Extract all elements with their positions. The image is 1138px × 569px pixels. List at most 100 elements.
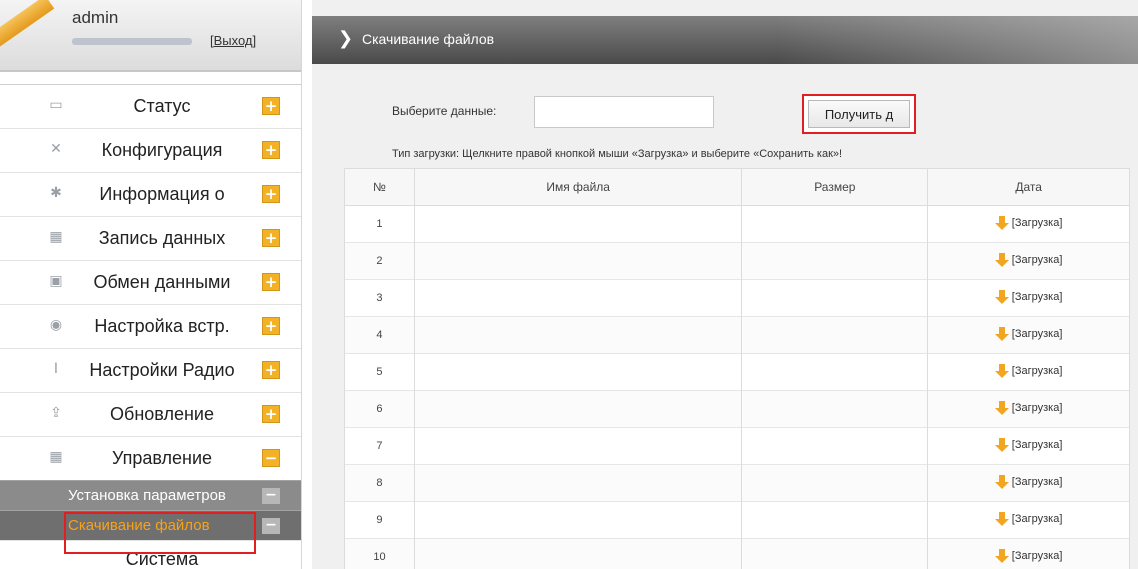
download-arrow-icon bbox=[994, 437, 1009, 452]
row-number: 10 bbox=[344, 538, 415, 569]
tools-icon: ✕ bbox=[50, 141, 62, 157]
table-row: 8 [Загрузка] bbox=[344, 464, 1130, 502]
sidebar-menu: ▭ Статус + ✕ Конфигурация + ✱ Информация… bbox=[0, 84, 301, 569]
download-link[interactable]: [Загрузка] bbox=[994, 437, 1062, 452]
download-link[interactable]: [Загрузка] bbox=[994, 548, 1063, 563]
download-link[interactable]: [Загрузка] bbox=[994, 252, 1062, 267]
get-data-button[interactable]: Получить д bbox=[808, 100, 910, 128]
file-name bbox=[413, 538, 743, 569]
file-size bbox=[741, 242, 929, 280]
row-number: 1 bbox=[344, 205, 415, 243]
expand-icon[interactable]: + bbox=[262, 141, 280, 159]
data-input[interactable] bbox=[534, 96, 714, 128]
file-name bbox=[413, 427, 743, 465]
table-row: 2 [Загрузка] bbox=[344, 242, 1130, 280]
download-arrow-icon bbox=[994, 326, 1009, 341]
app-window: admin [Выход] ▭ Статус + ✕ Конфигурация … bbox=[0, 0, 1138, 569]
sidebar-item-management[interactable]: ▦ Управление − bbox=[0, 436, 301, 480]
expand-icon[interactable]: + bbox=[262, 361, 280, 379]
file-name bbox=[413, 501, 743, 539]
download-link[interactable]: [Загрузка] bbox=[994, 363, 1062, 378]
file-name bbox=[413, 242, 743, 280]
file-size bbox=[741, 464, 929, 502]
date-cell: [Загрузка] bbox=[927, 538, 1130, 569]
row-number: 4 bbox=[344, 316, 415, 354]
download-link[interactable]: [Загрузка] bbox=[994, 511, 1062, 526]
date-cell: [Загрузка] bbox=[927, 353, 1130, 391]
file-size bbox=[741, 316, 929, 354]
expand-icon[interactable]: + bbox=[262, 229, 280, 247]
sidebar-item-radio-settings[interactable]: Ι Настройки Радио + bbox=[0, 348, 301, 392]
sidebar-item-label: Управление bbox=[111, 448, 213, 468]
user-panel: admin [Выход] bbox=[0, 0, 301, 72]
username: admin bbox=[72, 8, 119, 27]
monitor-icon: ▭ bbox=[49, 97, 63, 113]
ribbon-badge bbox=[0, 0, 55, 49]
submenu-item-parameter-setup[interactable]: Установка параметров − bbox=[0, 480, 301, 510]
download-link[interactable]: [Загрузка] bbox=[994, 215, 1063, 230]
column-header-size: Размер bbox=[741, 168, 929, 206]
sidebar-item-label: Система bbox=[125, 549, 199, 569]
download-link[interactable]: [Загрузка] bbox=[994, 474, 1063, 489]
sidebar-item-label: Настройки Радио bbox=[89, 360, 235, 380]
file-size bbox=[741, 538, 929, 569]
sidebar-item-data-recording[interactable]: ▦ Запись данных + bbox=[0, 216, 301, 260]
row-number: 2 bbox=[344, 242, 415, 280]
file-size bbox=[741, 390, 929, 428]
get-data-button-highlight: Получить д bbox=[802, 94, 916, 134]
download-label: [Загрузка] bbox=[1011, 327, 1063, 340]
expand-icon[interactable]: + bbox=[262, 405, 280, 423]
sidebar-item-label: Статус bbox=[133, 96, 191, 116]
table-row: 9 [Загрузка] bbox=[344, 501, 1130, 539]
expand-icon[interactable]: + bbox=[262, 317, 280, 335]
file-table: № Имя файла Размер Дата 1 [Загрузка] 2 [Заг… bbox=[344, 168, 1130, 569]
date-cell: [Загрузка] bbox=[927, 279, 1130, 317]
sidebar-item-configuration[interactable]: ✕ Конфигурация + bbox=[0, 128, 301, 172]
file-name bbox=[413, 205, 743, 243]
download-arrow-icon bbox=[994, 474, 1009, 489]
file-name bbox=[413, 316, 743, 354]
download-link[interactable]: [Загрузка] bbox=[994, 289, 1062, 304]
sidebar-item-label: Настройка встр. bbox=[94, 316, 230, 336]
row-number: 6 bbox=[344, 390, 415, 428]
submenu-item-file-download[interactable]: Скачивание файлов − bbox=[0, 510, 301, 540]
column-header-date: Дата bbox=[927, 168, 1130, 206]
date-cell: [Загрузка] bbox=[927, 464, 1130, 502]
sidebar-item-label: Запись данных bbox=[98, 228, 226, 248]
download-label: [Загрузка] bbox=[1011, 401, 1063, 414]
calendar-icon: ▦ bbox=[49, 449, 63, 465]
sidebar-item-update[interactable]: ⇪ Обновление + bbox=[0, 392, 301, 436]
user-role-blurred bbox=[72, 38, 192, 45]
download-label: [Загрузка] bbox=[1011, 549, 1063, 562]
expand-icon[interactable]: + bbox=[262, 273, 280, 291]
sidebar-item-label: Обмен данными bbox=[93, 272, 231, 292]
download-link[interactable]: [Загрузка] bbox=[994, 326, 1063, 341]
collapse-icon[interactable]: − bbox=[262, 488, 280, 504]
collapse-icon[interactable]: − bbox=[262, 518, 280, 534]
row-number: 3 bbox=[344, 279, 415, 317]
download-arrow-icon bbox=[994, 511, 1009, 526]
table-row: 7 [Загрузка] bbox=[344, 427, 1130, 465]
expand-icon[interactable]: + bbox=[262, 97, 280, 115]
logout-link[interactable]: [Выход] bbox=[210, 33, 256, 48]
collapse-icon[interactable]: − bbox=[262, 449, 280, 467]
sidebar-item-system[interactable]: Система bbox=[0, 540, 301, 569]
data-label: Выберите данные: bbox=[392, 104, 497, 118]
sidebar-item-status[interactable]: ▭ Статус + bbox=[0, 84, 301, 128]
data-select-row: Выберите данные: Получить д bbox=[392, 92, 992, 134]
sidebar-item-embedded-settings[interactable]: ◉ Настройка встр. + bbox=[0, 304, 301, 348]
row-number: 7 bbox=[344, 427, 415, 465]
settings-icon: ◉ bbox=[49, 317, 63, 333]
download-arrow-icon bbox=[994, 400, 1009, 415]
expand-icon[interactable]: + bbox=[262, 185, 280, 203]
main-content: ❯ Скачивание файлов Выберите данные: Пол… bbox=[312, 0, 1138, 569]
download-arrow-icon bbox=[994, 252, 1009, 267]
submenu-item-label: Установка параметров bbox=[68, 487, 226, 504]
download-link[interactable]: [Загрузка] bbox=[994, 400, 1063, 415]
sidebar-item-label: Информация о bbox=[99, 184, 225, 204]
download-label: [Загрузка] bbox=[1011, 216, 1063, 229]
download-label: [Загрузка] bbox=[1011, 475, 1063, 488]
sidebar-item-info[interactable]: ✱ Информация о + bbox=[0, 172, 301, 216]
sidebar-item-data-exchange[interactable]: ▣ Обмен данными + bbox=[0, 260, 301, 304]
download-hint: Тип загрузки: Щелкните правой кнопкой мы… bbox=[392, 148, 843, 160]
